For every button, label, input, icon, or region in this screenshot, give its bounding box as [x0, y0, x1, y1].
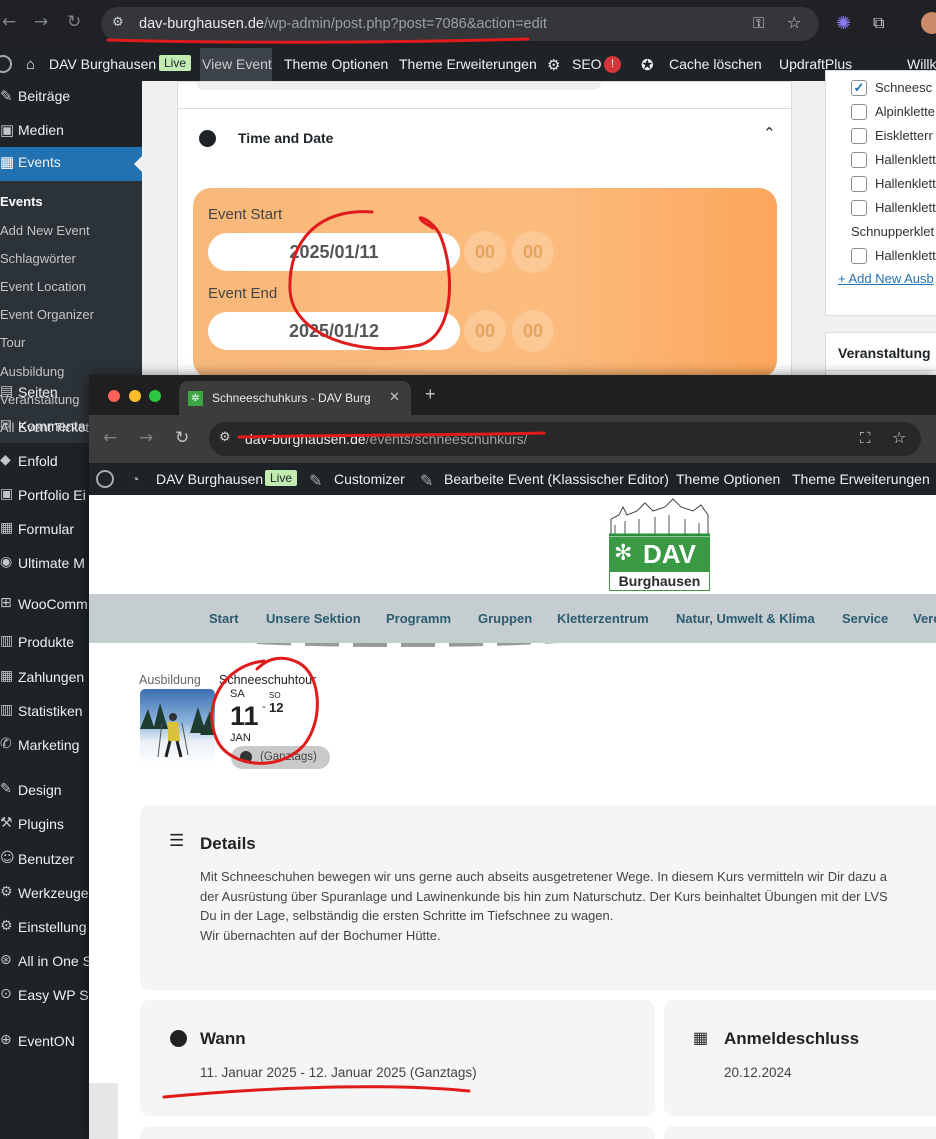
sidebar-item-label: Formular — [18, 521, 75, 537]
front-browser-window: ✲ Schneeschuhkurs - DAV Burg ✕ + ← → ↻ ⚙… — [89, 375, 936, 1139]
date-circle — [210, 656, 319, 765]
sidebar-item-label: Werkzeuge — [18, 885, 89, 901]
sidebar-icon: ▦ — [0, 520, 14, 536]
sidebar-icon: ⊛ — [0, 952, 12, 968]
sidebar-item-label: Enfold — [18, 453, 58, 469]
sidebar-item-label: Seiten — [18, 384, 58, 400]
sidebar-item-label: All in One S — [18, 953, 92, 969]
url-underline — [237, 431, 546, 439]
sidebar-icon: ◉ — [0, 554, 13, 570]
sidebar-item-label: Kommenta — [18, 418, 86, 434]
sidebar-item-label: Zahlungen — [18, 669, 85, 685]
sidebar-icon: ⚙ — [0, 884, 13, 900]
sidebar-icon: ▥ — [0, 702, 14, 718]
sidebar-item-label: WooComm — [18, 596, 88, 612]
sidebar-item-label: Ultimate M — [18, 555, 85, 571]
sidebar-item-label: Marketing — [18, 737, 80, 753]
sidebar-icon: ⚙ — [0, 918, 13, 934]
sidebar-item-label: Plugins — [18, 816, 64, 832]
sidebar-item-label: Produkte — [18, 634, 75, 650]
sidebar-item-label: Easy WP S — [18, 987, 89, 1003]
sidebar-icon: ✆ — [0, 736, 12, 752]
back-annotations — [106, 37, 530, 351]
sidebar-icon: ▣ — [0, 486, 14, 502]
sidebar-icon: ☺ — [0, 850, 15, 866]
url-underline — [106, 37, 530, 44]
sidebar-icon: ◆ — [0, 452, 11, 468]
sidebar-icon: ✎ — [0, 781, 12, 797]
sidebar-icon: ✉ — [0, 417, 12, 433]
sidebar-icon: ▥ — [0, 633, 14, 649]
sidebar-item-label: Design — [18, 782, 62, 798]
sidebar-icon: ▦ — [0, 668, 14, 684]
when-underline — [162, 1085, 471, 1099]
sidebar-item-label: Einstellung — [18, 919, 87, 935]
sidebar-icon: ⊞ — [0, 595, 12, 611]
sidebar-item-label: Statistiken — [18, 703, 83, 719]
sidebar-icon: ⊕ — [0, 1032, 12, 1048]
sidebar-item-label: Benutzer — [18, 851, 75, 867]
date-circle — [288, 210, 451, 351]
sidebar-icon: ⚒ — [0, 815, 13, 831]
sidebar-icon: ⊙ — [0, 986, 12, 1002]
sidebar-item-label: EventON — [18, 1033, 75, 1049]
front-annotations — [162, 431, 546, 1099]
sidebar-icon: ▤ — [0, 383, 14, 399]
sidebar-item-label: Portfolio Ei — [18, 487, 86, 503]
